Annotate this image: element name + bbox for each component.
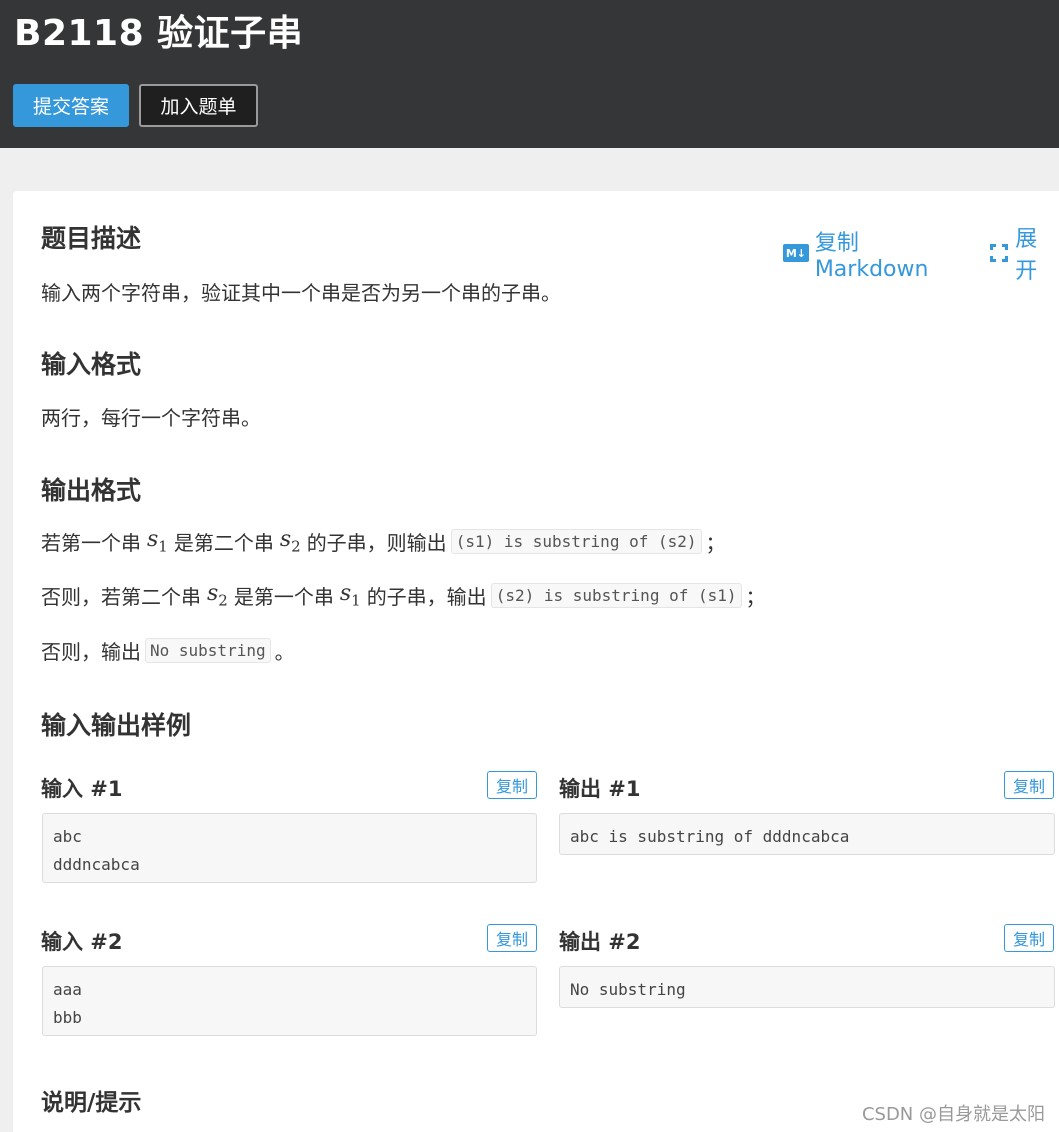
copy-sample-1-input-button[interactable]: 复制 [487,771,537,799]
math-s1: s1 [147,527,168,556]
sample-2-input-label: 输入 #2 [41,930,123,954]
output-line-3-text: 否则，输出 [41,640,141,664]
hint-heading: 说明/提示 [41,1090,142,1116]
sample-2-output-label: 输出 #2 [559,930,641,954]
submit-answer-button[interactable]: 提交答案 [13,84,129,127]
add-to-list-button[interactable]: 加入题单 [139,84,258,127]
problem-title: B2118 验证子串 [14,13,304,54]
sample-1-input-box: abc dddncabca [42,813,537,883]
inline-code: (s1) is substring of (s2) [450,529,702,554]
sample-2-input-box: aaa bbb [42,966,537,1036]
description-heading: 题目描述 [41,224,142,253]
expand-icon[interactable] [989,243,1009,263]
output-format-line-2: 否则，若第二个串 s2 是第一个串 s1 的子串，输出 (s2) is subs… [41,581,766,610]
sample-1-input-label: 输入 #1 [41,777,123,801]
inline-code: No substring [145,638,271,663]
csdn-watermark: CSDN @自身就是太阳 [861,1104,1045,1125]
output-line-1-text-a: 若第一个串 [41,531,141,555]
copy-sample-2-output-button[interactable]: 复制 [1004,924,1054,952]
output-format-line-3: 否则，输出 No substring 。 [41,636,295,665]
math-s2: s2 [207,581,228,610]
card-toolbar: M↓ 复制Markdown 展开 [783,221,1059,285]
math-s1: s1 [339,581,361,610]
input-format-heading: 输入格式 [41,350,142,379]
output-line-2-text-c: 的子串，输出 [366,585,487,609]
copy-sample-2-input-button[interactable]: 复制 [487,924,537,952]
copy-sample-1-output-button[interactable]: 复制 [1004,771,1054,799]
output-line-2-text-a: 否则，若第二个串 [41,585,201,609]
output-line-1-end: ； [705,531,726,555]
output-format-line-1: 若第一个串 s1 是第二个串 s2 的子串，则输出 (s1) is substr… [41,527,726,556]
sample-1-output-box: abc is substring of dddncabca [559,813,1055,855]
sample-2-output-box: No substring [559,966,1055,1008]
description-text: 输入两个字符串，验证其中一个串是否为另一个串的子串。 [41,281,561,305]
sample-1-output-label: 输出 #1 [559,777,641,801]
input-format-text: 两行，每行一个字符串。 [41,406,261,430]
samples-heading: 输入输出样例 [41,711,192,740]
markdown-icon: M↓ [783,244,809,262]
output-line-1-text-b: 是第二个串 [173,531,274,555]
expand-link[interactable]: 展开 [1015,221,1059,285]
problem-header: B2118 验证子串 提交答案 加入题单 [0,0,1059,148]
inline-code: (s2) is substring of (s1) [490,583,742,608]
output-format-heading: 输出格式 [41,476,142,505]
math-s2: s2 [279,527,301,556]
copy-markdown-link[interactable]: 复制Markdown [815,225,972,282]
output-line-3-end: 。 [274,640,295,664]
output-line-2-end: ； [745,585,766,609]
output-line-2-text-b: 是第一个串 [233,585,334,609]
output-line-1-text-c: 的子串，则输出 [306,531,447,555]
